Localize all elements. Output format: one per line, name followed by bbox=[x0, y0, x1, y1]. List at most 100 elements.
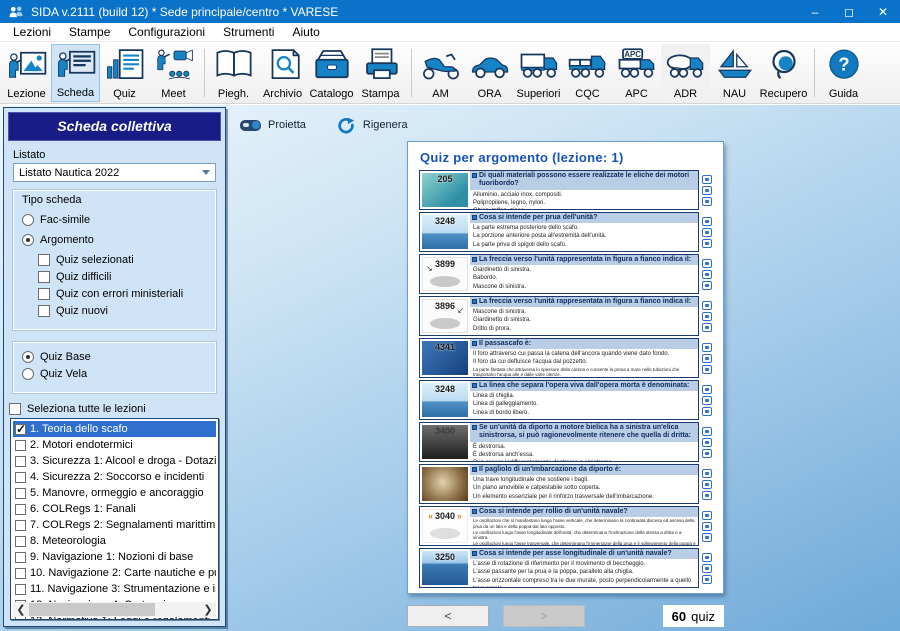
lesson-checkbox-icon[interactable] bbox=[15, 424, 26, 435]
quiz-action-icon[interactable] bbox=[702, 343, 712, 352]
quiz-action-icon[interactable] bbox=[702, 480, 712, 489]
lesson-item[interactable]: 10. Navigazione 2: Carte nautiche e pubb… bbox=[13, 565, 216, 581]
projector-toggle-icon[interactable] bbox=[240, 120, 261, 131]
quiz-action-icon[interactable] bbox=[702, 427, 712, 436]
quiz-action-icon[interactable] bbox=[702, 575, 712, 584]
quiz-type-radio-option[interactable]: Quiz Base bbox=[22, 351, 208, 363]
toolbar-button[interactable]: Lezione bbox=[2, 44, 51, 102]
quiz-action-icon[interactable] bbox=[702, 354, 712, 363]
scroll-left-icon[interactable]: ❮ bbox=[13, 602, 29, 617]
scroll-right-icon[interactable]: ❯ bbox=[200, 602, 216, 617]
toolbar-button[interactable]: Meet bbox=[149, 44, 198, 102]
lesson-checkbox-icon[interactable] bbox=[15, 504, 26, 515]
quiz-filter-checkbox-option[interactable]: Quiz con errori ministeriali bbox=[38, 288, 208, 300]
lesson-checkbox-icon[interactable] bbox=[15, 536, 26, 547]
toolbar-button[interactable]: Scheda bbox=[51, 44, 100, 102]
quiz-action-icon[interactable] bbox=[702, 533, 712, 542]
select-all-lessons-option[interactable]: Seleziona tutte le lezioni bbox=[9, 403, 225, 415]
lesson-checkbox-icon[interactable] bbox=[15, 488, 26, 499]
lesson-checkbox-icon[interactable] bbox=[15, 552, 26, 563]
toolbar-button[interactable]: Superiori bbox=[514, 44, 563, 102]
tipo-radio-option[interactable]: Fac-simile bbox=[22, 214, 208, 226]
tipo-radio-option[interactable]: Argomento bbox=[22, 234, 208, 246]
horizontal-scrollbar[interactable]: ❮ ❯ bbox=[13, 602, 216, 617]
lesson-item[interactable]: 5. Manovre, ormeggio e ancoraggio bbox=[13, 485, 216, 501]
quiz-action-icon[interactable] bbox=[702, 385, 712, 394]
quiz-action-icon[interactable] bbox=[702, 281, 712, 290]
lesson-item[interactable]: 9. Navigazione 1: Nozioni di base bbox=[13, 549, 216, 565]
toolbar-button[interactable]: ORA bbox=[465, 44, 514, 102]
quiz-action-icon[interactable] bbox=[702, 312, 712, 321]
menu-item[interactable]: Configurazioni bbox=[119, 23, 214, 41]
lesson-item[interactable]: 1. Teoria dello scafo bbox=[13, 421, 216, 437]
menu-item[interactable]: Stampe bbox=[60, 23, 119, 41]
quiz-action-icon[interactable] bbox=[702, 407, 712, 416]
quiz-action-icon[interactable] bbox=[702, 186, 712, 195]
listato-dropdown[interactable]: Listato Nautica 2022 bbox=[13, 163, 216, 182]
lesson-checkbox-icon[interactable] bbox=[15, 584, 26, 595]
quiz-filter-checkbox-option[interactable]: Quiz nuovi bbox=[38, 305, 208, 317]
quiz-action-icon[interactable] bbox=[702, 396, 712, 405]
checkbox-icon[interactable] bbox=[38, 305, 50, 317]
quiz-action-icon[interactable] bbox=[702, 511, 712, 520]
quiz-action-icon[interactable] bbox=[702, 553, 712, 562]
quiz-action-icon[interactable] bbox=[702, 491, 712, 500]
previous-page-button[interactable]: < bbox=[407, 605, 489, 627]
radio-icon[interactable] bbox=[22, 368, 34, 380]
chevron-down-icon[interactable] bbox=[197, 170, 215, 175]
quiz-filter-checkbox-option[interactable]: Quiz difficili bbox=[38, 271, 208, 283]
lesson-checkbox-icon[interactable] bbox=[15, 472, 26, 483]
radio-icon[interactable] bbox=[22, 234, 34, 246]
toolbar-button[interactable]: CQC bbox=[563, 44, 612, 102]
quiz-action-icon[interactable] bbox=[702, 438, 712, 447]
quiz-action-icon[interactable] bbox=[702, 564, 712, 573]
quiz-action-icon[interactable] bbox=[702, 365, 712, 374]
close-button[interactable]: ✕ bbox=[866, 0, 900, 23]
checkbox-icon[interactable] bbox=[38, 288, 50, 300]
lesson-checkbox-icon[interactable] bbox=[15, 520, 26, 531]
lesson-item[interactable]: 2. Motori endotermici bbox=[13, 437, 216, 453]
rigenera-button[interactable]: Rigenera bbox=[336, 116, 408, 134]
menu-item[interactable]: Lezioni bbox=[4, 23, 60, 41]
toolbar-button[interactable]: APC bbox=[612, 44, 661, 102]
radio-icon[interactable] bbox=[22, 214, 34, 226]
checkbox-icon[interactable] bbox=[38, 271, 50, 283]
quiz-action-icon[interactable] bbox=[702, 197, 712, 206]
toolbar-button[interactable]: Archivio bbox=[258, 44, 307, 102]
toolbar-button[interactable]: ADR bbox=[661, 44, 710, 102]
lesson-item[interactable]: 4. Sicurezza 2: Soccorso e incidenti bbox=[13, 469, 216, 485]
quiz-action-icon[interactable] bbox=[702, 323, 712, 332]
lesson-item[interactable]: 11. Navigazione 3: Strumentazione e intr… bbox=[13, 581, 216, 597]
lesson-item[interactable]: 3. Sicurezza 1: Alcool e droga - Dotazio… bbox=[13, 453, 216, 469]
lesson-checkbox-icon[interactable] bbox=[15, 456, 26, 467]
checkbox-icon[interactable] bbox=[9, 403, 21, 415]
quiz-filter-checkbox-option[interactable]: Quiz selezionati bbox=[38, 254, 208, 266]
next-page-button[interactable]: > bbox=[503, 605, 585, 627]
quiz-action-icon[interactable] bbox=[702, 301, 712, 310]
toolbar-button[interactable]: Guida bbox=[819, 44, 868, 102]
quiz-type-radio-option[interactable]: Quiz Vela bbox=[22, 368, 208, 380]
quiz-action-icon[interactable] bbox=[702, 217, 712, 226]
maximize-button[interactable]: ◻ bbox=[832, 0, 866, 23]
toolbar-button[interactable]: Recupero bbox=[759, 44, 808, 102]
toolbar-button[interactable]: AM bbox=[416, 44, 465, 102]
quiz-action-icon[interactable] bbox=[702, 270, 712, 279]
quiz-action-icon[interactable] bbox=[702, 469, 712, 478]
scrollbar-thumb[interactable] bbox=[29, 603, 155, 616]
lesson-item[interactable]: 6. COLRegs 1: Fanali bbox=[13, 501, 216, 517]
toolbar-button[interactable]: Piegh. bbox=[209, 44, 258, 102]
toolbar-button[interactable]: Quiz bbox=[100, 44, 149, 102]
quiz-action-icon[interactable] bbox=[702, 449, 712, 458]
lesson-item[interactable]: 8. Meteorologia bbox=[13, 533, 216, 549]
quiz-action-icon[interactable] bbox=[702, 239, 712, 248]
quiz-action-icon[interactable] bbox=[702, 175, 712, 184]
quiz-action-icon[interactable] bbox=[702, 522, 712, 531]
menu-item[interactable]: Aiuto bbox=[283, 23, 328, 41]
minimize-button[interactable]: – bbox=[798, 0, 832, 23]
radio-icon[interactable] bbox=[22, 351, 34, 363]
menu-item[interactable]: Strumenti bbox=[214, 23, 283, 41]
toolbar-button[interactable]: NAU bbox=[710, 44, 759, 102]
toolbar-button[interactable]: Stampa bbox=[356, 44, 405, 102]
checkbox-icon[interactable] bbox=[38, 254, 50, 266]
lesson-checkbox-icon[interactable] bbox=[15, 568, 26, 579]
